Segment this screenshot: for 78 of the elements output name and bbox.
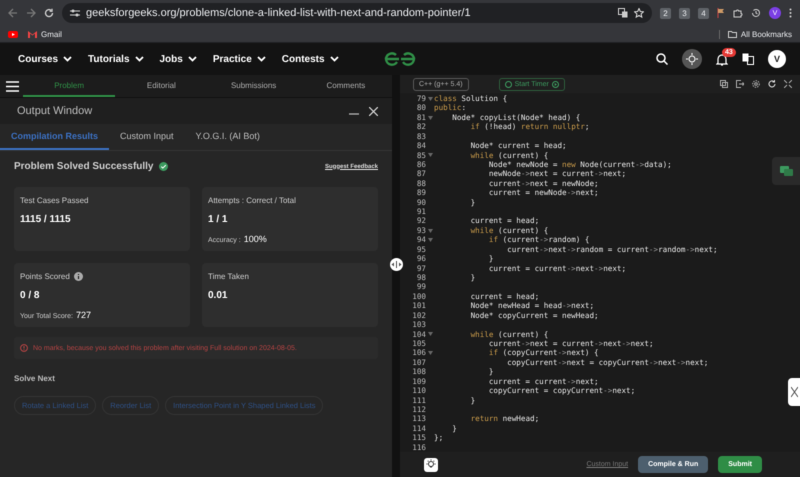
alert-icon xyxy=(20,344,28,352)
card-value: 0.01 xyxy=(208,290,228,301)
history-icon[interactable] xyxy=(751,8,761,18)
card-value: 0 / 8 xyxy=(20,290,40,301)
fold-arrow-icon[interactable] xyxy=(428,116,432,120)
nav-menu-item[interactable]: Courses xyxy=(18,54,72,64)
star-icon[interactable] xyxy=(634,8,644,18)
puzzle-icon[interactable] xyxy=(733,8,743,18)
lightbulb-icon[interactable] xyxy=(424,458,438,472)
close-icon[interactable] xyxy=(369,106,378,116)
card-value: 1 / 1 xyxy=(208,214,228,225)
fold-arrow-icon[interactable] xyxy=(428,238,432,242)
card-title: Time Taken xyxy=(208,272,249,281)
folder-icon xyxy=(728,30,737,38)
theme-toggle-icon[interactable] xyxy=(682,49,702,69)
search-icon[interactable] xyxy=(656,53,668,65)
settings-icon[interactable] xyxy=(752,80,760,88)
forward-icon[interactable] xyxy=(26,8,36,18)
logo-icon[interactable] xyxy=(383,51,417,67)
nav-menu-item[interactable]: Practice xyxy=(212,54,266,64)
nav-menu-item[interactable]: Tutorials xyxy=(88,54,144,64)
play-icon xyxy=(552,80,559,88)
fullscreen-icon[interactable] xyxy=(784,80,792,88)
video-icon[interactable] xyxy=(8,30,18,38)
chat-icon xyxy=(780,166,792,176)
status-text: Problem Solved Successfully xyxy=(14,161,154,172)
card-value: 1115 / 1115 xyxy=(20,214,72,225)
clock-icon xyxy=(504,80,512,88)
translate-icon[interactable] xyxy=(618,8,628,18)
section-title: Solve Next xyxy=(14,374,56,383)
fold-arrow-icon[interactable] xyxy=(428,351,432,356)
chevron-down-icon xyxy=(63,56,72,62)
fold-arrow-icon[interactable] xyxy=(428,332,432,336)
language-icon[interactable] xyxy=(742,53,754,65)
site-settings-icon[interactable] xyxy=(70,9,80,17)
card-title: Test Cases Passed xyxy=(20,196,88,205)
chevron-down-icon xyxy=(330,56,339,62)
copy-icon[interactable] xyxy=(720,80,728,88)
flag-icon[interactable] xyxy=(717,8,725,18)
extension-icon[interactable]: 3 xyxy=(679,8,690,18)
fold-arrow-icon[interactable] xyxy=(428,228,432,233)
back-icon[interactable] xyxy=(8,8,18,18)
problem-tab[interactable]: Comments xyxy=(300,75,392,97)
output-tab[interactable]: Y.O.G.I. (AI Bot) xyxy=(184,124,271,150)
card-title: Attempts : Correct / Total xyxy=(208,196,296,205)
note-value: 100% xyxy=(244,234,267,244)
bookmark-link[interactable]: Gmail xyxy=(28,30,62,38)
extension-icon[interactable]: 4 xyxy=(698,8,709,18)
mail-icon xyxy=(28,30,37,38)
user-avatar[interactable]: V xyxy=(768,50,786,68)
extension-icon[interactable]: 2 xyxy=(660,8,671,18)
output-tab[interactable]: Custom Input xyxy=(109,124,185,150)
check-circle-icon xyxy=(158,162,168,171)
card-title: Points Scored xyxy=(20,272,70,281)
info-icon[interactable] xyxy=(74,272,83,281)
all-bookmarks-link[interactable]: All Bookmarks xyxy=(718,30,792,38)
reload-icon[interactable] xyxy=(44,8,54,18)
window-title: Output Window xyxy=(17,105,92,117)
bell-icon[interactable] xyxy=(716,52,728,66)
chevron-down-icon xyxy=(188,56,197,62)
problem-tab[interactable]: Editorial xyxy=(115,75,208,97)
menu-icon[interactable] xyxy=(789,8,792,18)
side-panel-toggle[interactable] xyxy=(788,378,800,406)
resize-handle-icon[interactable] xyxy=(390,258,403,271)
reset-icon[interactable] xyxy=(768,80,776,88)
collapse-icon xyxy=(790,386,798,398)
fold-arrow-icon[interactable] xyxy=(428,153,432,158)
fold-arrow-icon[interactable] xyxy=(428,96,432,101)
hamburger-menu-icon[interactable] xyxy=(6,80,19,92)
address-bar[interactable]: geeksforgeeks.org/problems/clone-a-linked-list-with-next-and-random-pointer/1 xyxy=(62,3,652,23)
chevron-down-icon xyxy=(134,56,144,62)
nav-menu-item[interactable]: Contests xyxy=(282,54,339,64)
chat-button[interactable] xyxy=(772,157,800,185)
chevron-down-icon xyxy=(256,56,266,62)
export-icon[interactable] xyxy=(736,80,744,88)
problem-tab[interactable]: Submissions xyxy=(208,75,300,97)
nav-menu-item[interactable]: Jobs xyxy=(160,54,197,64)
note-value: 727 xyxy=(76,310,91,320)
